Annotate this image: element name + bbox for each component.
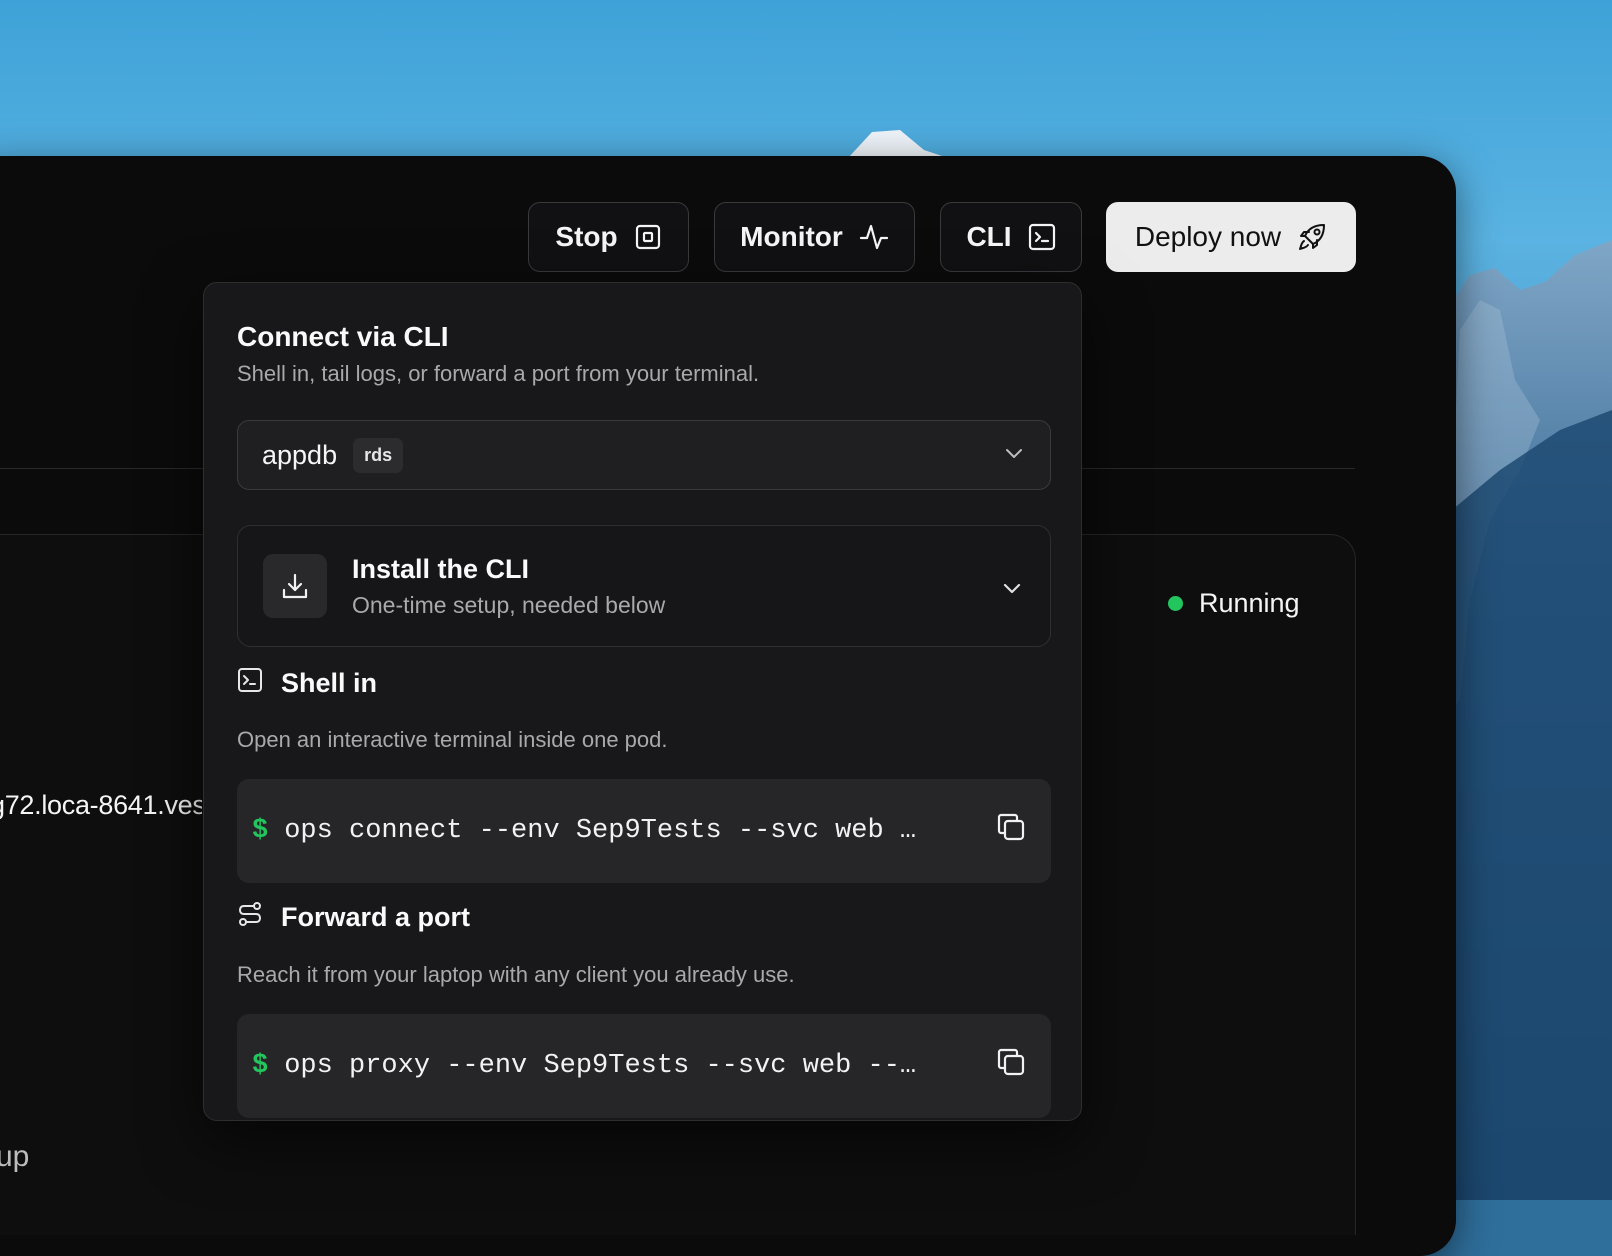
popover-title: Connect via CLI	[237, 321, 449, 352]
popover-subtitle: Shell in, tail logs, or forward a port f…	[237, 361, 760, 386]
forward-port-description: Reach it from your laptop with any clien…	[237, 962, 795, 987]
prompt-symbol: $	[252, 816, 269, 846]
shell-in-heading: Shell in	[237, 667, 377, 700]
shell-in-command: $ ops connect --env Sep9Tests --svc web …	[237, 779, 1051, 883]
connect-cli-popover: Connect via CLI Shell in, tail logs, or …	[203, 282, 1082, 1121]
stop-button[interactable]: Stop	[528, 202, 689, 272]
status-indicator: Running	[1168, 588, 1300, 619]
copy-icon[interactable]	[995, 811, 1027, 852]
install-cli-accordion[interactable]: Install the CLI One-time setup, needed b…	[237, 525, 1051, 647]
shell-in-description: Open an interactive terminal inside one …	[237, 727, 668, 752]
forward-port-command: $ ops proxy --env Sep9Tests --svc web --…	[237, 1014, 1051, 1118]
forward-port-title: Forward a port	[281, 902, 471, 932]
deploy-now-button[interactable]: Deploy now	[1106, 202, 1356, 272]
stop-button-label: Stop	[555, 221, 618, 252]
copy-icon[interactable]	[995, 1046, 1027, 1087]
shell-in-title: Shell in	[281, 668, 378, 698]
service-hostname: g72.loca-8641.ves	[0, 790, 202, 820]
chevron-down-icon	[1000, 576, 1024, 605]
resource-type-badge: rds	[353, 437, 404, 473]
monitor-button[interactable]: Monitor	[714, 202, 915, 272]
install-title: Install the CLI	[352, 554, 530, 584]
stop-icon	[634, 223, 662, 251]
chevron-down-icon	[1002, 441, 1026, 470]
route-icon	[237, 901, 263, 934]
shell-in-command-text: ops connect --env Sep9Tests --svc web …	[284, 816, 917, 846]
rocket-icon	[1297, 222, 1327, 252]
monitor-button-label: Monitor	[740, 221, 843, 252]
forward-port-heading: Forward a port	[237, 901, 470, 934]
forward-port-command-text: ops proxy --env Sep9Tests --svc web --…	[284, 1051, 917, 1081]
download-icon	[263, 554, 327, 618]
resource-select-value: appdb	[262, 439, 338, 470]
terminal-icon	[237, 667, 263, 700]
resource-select[interactable]: appdb rds	[237, 420, 1051, 490]
cli-button[interactable]: CLI	[940, 202, 1082, 272]
deploy-button-label: Deploy now	[1134, 221, 1282, 252]
status-dot-icon	[1168, 596, 1183, 611]
prompt-symbol: $	[252, 1051, 269, 1081]
terminal-icon	[1028, 223, 1056, 251]
activity-icon	[859, 222, 889, 252]
install-subtitle: One-time setup, needed below	[352, 592, 666, 618]
cli-button-label: CLI	[966, 221, 1012, 252]
status-label: Running	[1199, 588, 1300, 618]
section-label-partial: up	[0, 1140, 30, 1173]
